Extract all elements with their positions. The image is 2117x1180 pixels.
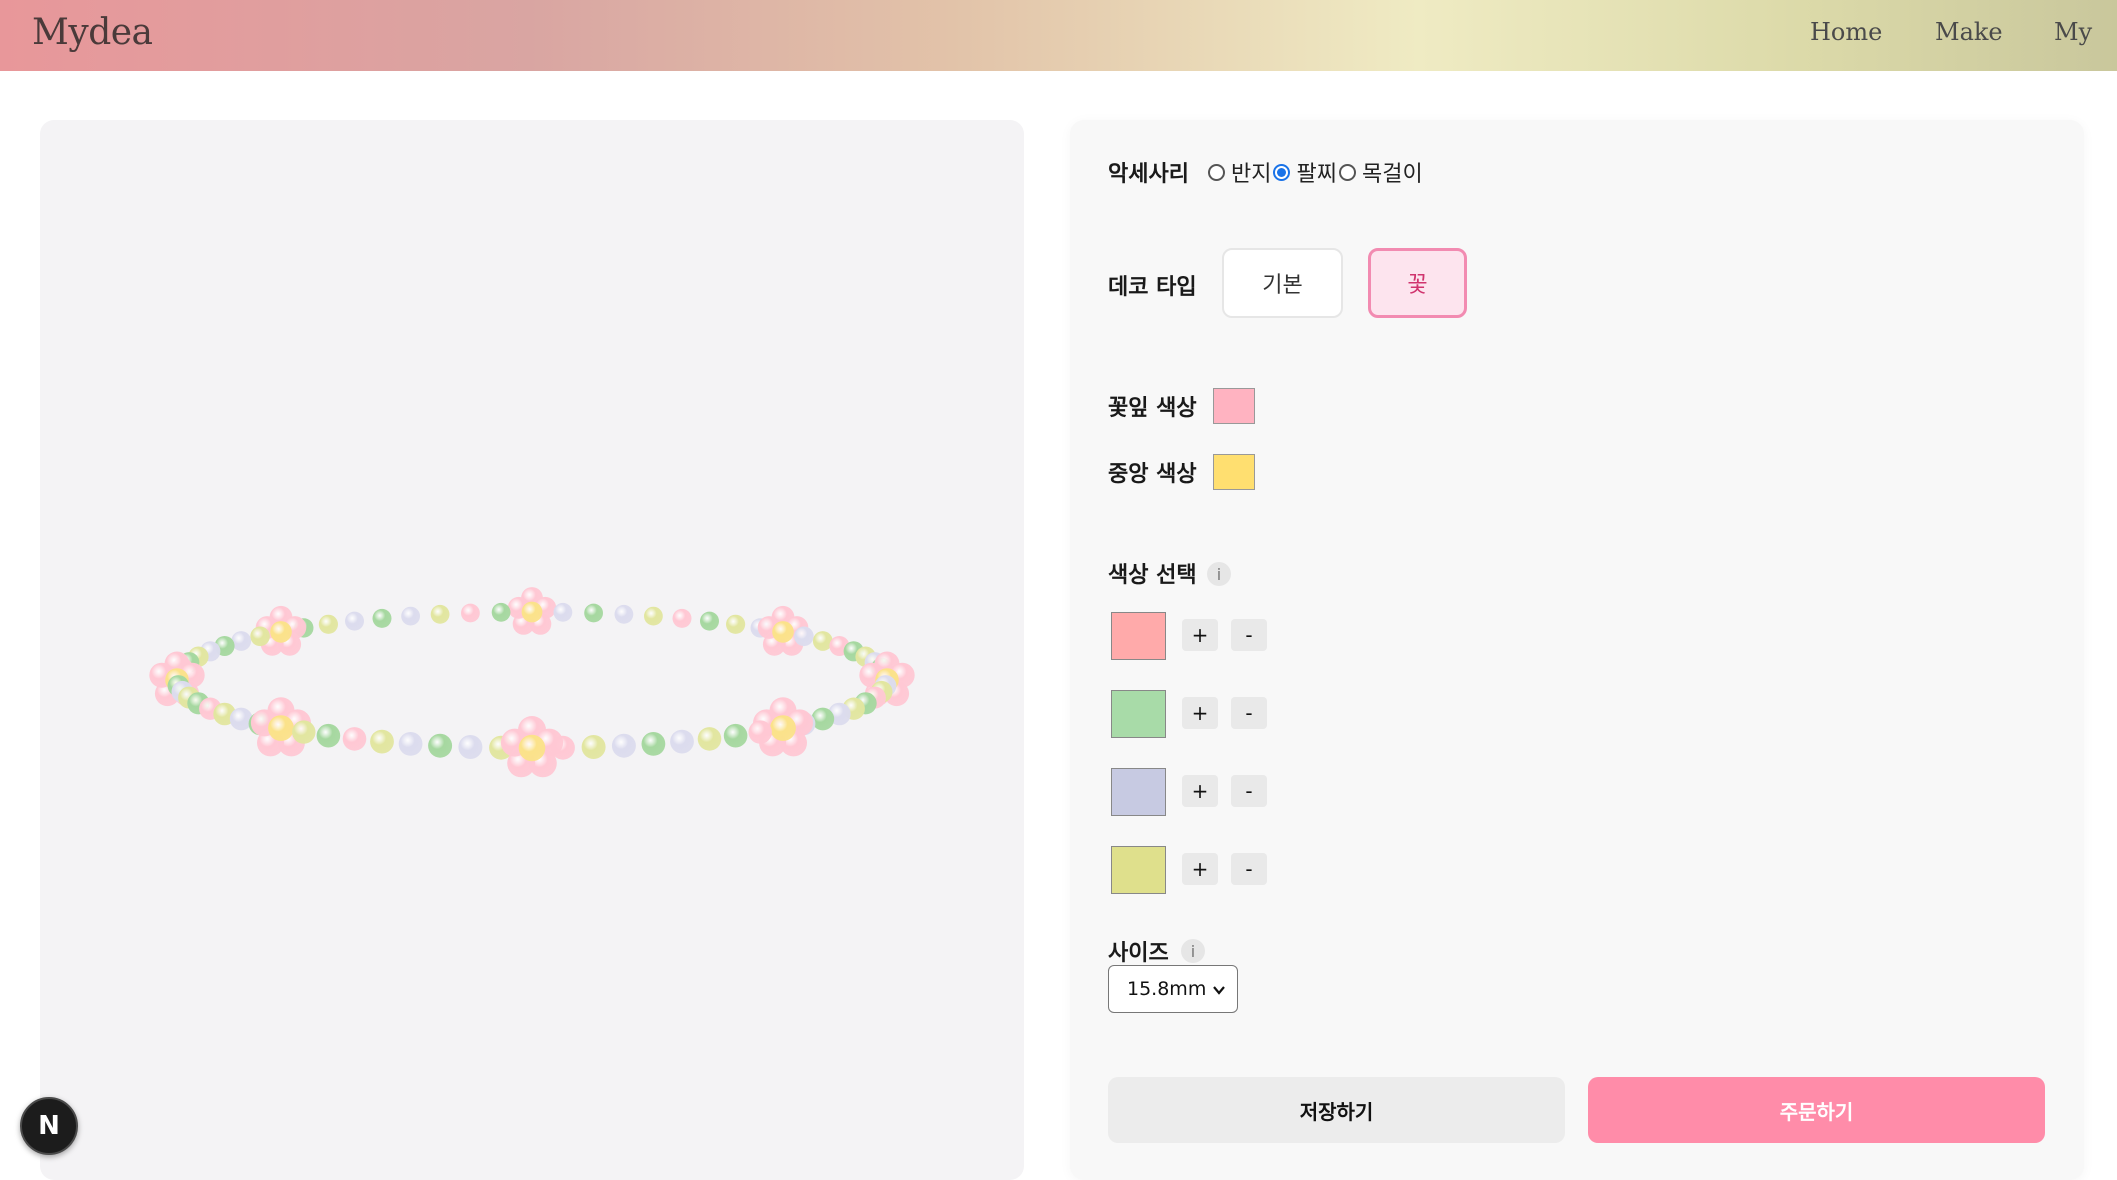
bead-color-plus-button[interactable]: + — [1182, 775, 1218, 807]
accessory-option-necklace[interactable]: 목걸이 — [1338, 156, 1423, 188]
bead — [250, 626, 270, 647]
bead — [518, 734, 546, 762]
bead — [370, 729, 394, 754]
bead-color-swatch[interactable] — [1111, 612, 1166, 660]
order-button[interactable]: 주문하기 — [1588, 1077, 2045, 1143]
bead — [581, 735, 606, 759]
top-nav-bar: Mydea Home Make My — [0, 0, 2117, 71]
radio-ring[interactable] — [1208, 163, 1225, 181]
size-info-icon[interactable]: i — [1181, 939, 1205, 963]
bead — [345, 611, 364, 631]
bead — [342, 727, 367, 751]
bead — [723, 723, 748, 748]
bracelet-3d-preview[interactable] — [40, 120, 1024, 1180]
accessory-radio-group: 반지 팔찌 목걸이 — [1208, 156, 1425, 188]
chevron-down-icon — [1213, 986, 1225, 995]
bead-color-swatch[interactable] — [1111, 690, 1166, 738]
deco-flower-button[interactable]: 꽃 — [1368, 248, 1467, 318]
bead — [697, 727, 722, 751]
size-select[interactable]: 15.8mm — [1108, 965, 1238, 1013]
deco-basic-button[interactable]: 기본 — [1222, 248, 1343, 318]
bead-color-minus-button[interactable]: - — [1231, 697, 1267, 729]
radio-necklace-label: 목걸이 — [1361, 162, 1423, 187]
bead — [372, 608, 392, 628]
bead — [458, 735, 483, 759]
accessory-label: 악세사리 — [1108, 162, 1189, 187]
accessory-option-bracelet[interactable]: 팔찌 — [1273, 156, 1337, 188]
bead-color-swatch[interactable] — [1111, 846, 1166, 894]
bead-color-plus-button[interactable]: + — [1182, 697, 1218, 729]
bead — [614, 604, 634, 624]
bead-color-swatch[interactable] — [1111, 768, 1166, 816]
bead — [584, 603, 603, 623]
bead — [611, 733, 636, 758]
accessory-option-ring[interactable]: 반지 — [1208, 156, 1271, 188]
bead-color-minus-button[interactable]: - — [1231, 853, 1267, 885]
radio-bracelet-label: 팔찌 — [1296, 162, 1337, 187]
radio-bracelet[interactable] — [1273, 163, 1291, 181]
bead — [270, 621, 292, 643]
bead — [794, 626, 814, 647]
logo[interactable]: Mydea — [32, 12, 153, 53]
bead — [521, 601, 543, 623]
bead-color-minus-button[interactable]: - — [1231, 775, 1267, 807]
bead — [644, 606, 663, 626]
bead — [726, 614, 746, 634]
bead — [292, 720, 316, 744]
bead — [770, 715, 796, 741]
petal-color-picker[interactable] — [1213, 388, 1255, 424]
radio-necklace[interactable] — [1338, 163, 1356, 181]
nav-make-link[interactable]: Make — [1935, 18, 2003, 46]
deco-type-label: 데코 타입 — [1108, 275, 1197, 300]
bead — [641, 732, 666, 756]
bead — [318, 614, 338, 634]
bracelet-canvas[interactable] — [40, 120, 1024, 1180]
bead — [401, 606, 420, 626]
nav-home-link[interactable]: Home — [1810, 18, 1882, 46]
center-color-picker[interactable] — [1213, 454, 1255, 490]
size-label: 사이즈 — [1108, 941, 1169, 966]
bead — [316, 723, 341, 748]
petal-color-label: 꽃잎 색상 — [1108, 396, 1197, 421]
bead — [670, 729, 694, 754]
bead — [672, 608, 692, 628]
bead — [772, 621, 794, 643]
bead — [491, 602, 511, 622]
bead — [428, 733, 453, 758]
center-color-label: 중앙 색상 — [1108, 462, 1197, 487]
bead — [398, 732, 423, 756]
bead-color-plus-button[interactable]: + — [1182, 619, 1218, 651]
bead — [700, 611, 719, 631]
nav-my-link[interactable]: My — [2054, 18, 2092, 46]
color-select-info-icon[interactable]: i — [1207, 562, 1231, 586]
bead — [748, 720, 772, 744]
bead-color-minus-button[interactable]: - — [1231, 619, 1267, 651]
size-select-value: 15.8mm — [1127, 978, 1207, 1000]
bead — [461, 603, 480, 623]
dev-tools-badge[interactable]: N — [20, 1097, 78, 1155]
color-select-label: 색상 선택 — [1108, 563, 1197, 588]
save-button[interactable]: 저장하기 — [1108, 1077, 1565, 1143]
radio-ring-label: 반지 — [1231, 162, 1272, 187]
bead-color-plus-button[interactable]: + — [1182, 853, 1218, 885]
bead — [430, 604, 450, 624]
bead — [553, 602, 573, 622]
bead — [268, 715, 294, 741]
